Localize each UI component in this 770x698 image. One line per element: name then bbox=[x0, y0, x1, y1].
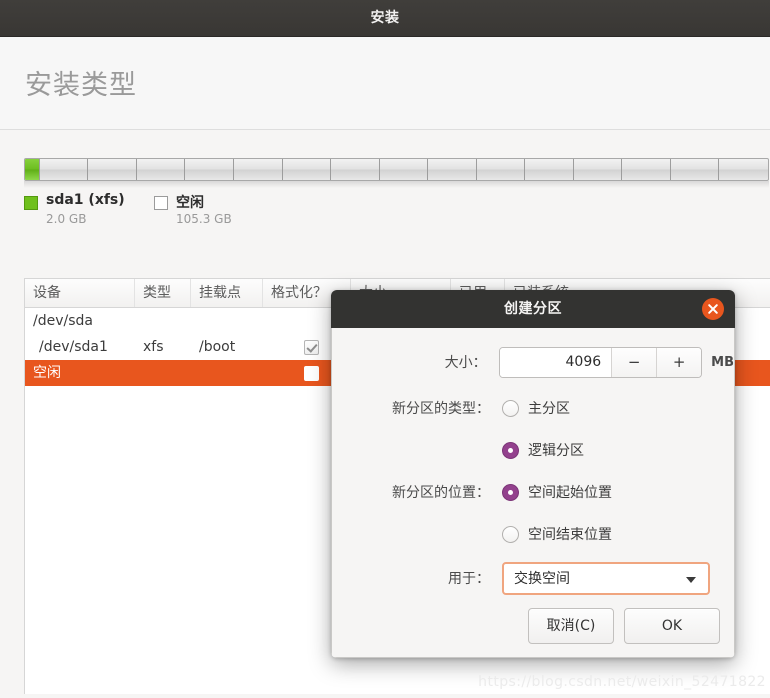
legend-swatch-icon bbox=[24, 196, 38, 210]
size-decrement-button[interactable]: − bbox=[611, 347, 657, 377]
column-header-type[interactable]: 类型 bbox=[135, 279, 191, 307]
usage-select[interactable]: 交换空间 bbox=[502, 561, 710, 595]
disk-segment-free[interactable] bbox=[428, 159, 477, 180]
radio-label: 主分区 bbox=[528, 401, 570, 417]
field-row-partition-type-logical: 逻辑分区 bbox=[332, 432, 734, 468]
column-header-device[interactable]: 设备 bbox=[25, 279, 135, 307]
partition-type-label: 新分区的类型： bbox=[392, 401, 490, 417]
legend-item-size: 105.3 GB bbox=[176, 212, 232, 226]
disk-segment-free[interactable] bbox=[380, 159, 429, 180]
cancel-button[interactable]: 取消(C) bbox=[528, 608, 614, 644]
field-row-partition-location-end: 空间结束位置 bbox=[332, 516, 734, 552]
disk-segment-free[interactable] bbox=[574, 159, 623, 180]
size-input[interactable]: 4096 bbox=[499, 347, 612, 377]
window-title: 安装 bbox=[370, 10, 400, 26]
chevron-down-icon bbox=[686, 576, 696, 583]
radio-icon bbox=[502, 525, 519, 543]
page-title: 安装类型 bbox=[25, 70, 137, 101]
cell-type: xfs bbox=[143, 339, 164, 355]
radio-primary-partition[interactable]: 主分区 bbox=[502, 398, 570, 418]
disk-segment-free[interactable] bbox=[525, 159, 574, 180]
disk-segment-free[interactable] bbox=[331, 159, 380, 180]
size-increment-button[interactable]: + bbox=[656, 347, 702, 377]
dialog-button-bar: 取消(C) OK bbox=[528, 608, 720, 644]
disk-segment-free[interactable] bbox=[234, 159, 283, 180]
size-stepper[interactable]: 4096 − + bbox=[498, 346, 703, 378]
disk-usage-bar-shadow bbox=[24, 181, 769, 188]
disk-usage-bar[interactable] bbox=[24, 158, 769, 181]
field-row-size: 大小： 4096 − + MB bbox=[332, 344, 734, 380]
cell-device: /dev/sda1 bbox=[39, 339, 108, 355]
dialog-titlebar: 创建分区 bbox=[331, 290, 735, 328]
create-partition-dialog: 创建分区 大小： 4096 − + MB 新分区的类型： 主分区 逻辑分区 新分… bbox=[331, 290, 735, 658]
radio-location-beginning[interactable]: 空间起始位置 bbox=[502, 482, 612, 502]
cell-device: /dev/sda bbox=[33, 313, 93, 329]
cell-mountpoint: /boot bbox=[199, 339, 236, 355]
disk-legend: sda1 (xfs) 2.0 GB 空闲 105.3 GB bbox=[24, 192, 764, 238]
radio-icon bbox=[502, 399, 519, 417]
window-titlebar: 安装 bbox=[0, 0, 770, 37]
radio-icon bbox=[502, 483, 519, 501]
page-header: 安装类型 bbox=[0, 37, 770, 130]
legend-item-name: 空闲 bbox=[176, 195, 204, 211]
ok-button[interactable]: OK bbox=[624, 608, 720, 644]
close-icon[interactable] bbox=[702, 298, 724, 320]
disk-segment-free[interactable] bbox=[137, 159, 186, 180]
dialog-title: 创建分区 bbox=[504, 301, 562, 317]
radio-label: 逻辑分区 bbox=[528, 443, 584, 459]
legend-item-size: 2.0 GB bbox=[46, 212, 87, 226]
size-label: 大小： bbox=[444, 355, 487, 371]
disk-segment-free[interactable] bbox=[185, 159, 234, 180]
cell-device: 空闲 bbox=[33, 365, 61, 381]
disk-segment-free[interactable] bbox=[671, 159, 720, 180]
dialog-body: 大小： 4096 − + MB 新分区的类型： 主分区 逻辑分区 新分区的位置：… bbox=[331, 328, 735, 658]
format-checkbox[interactable] bbox=[303, 365, 319, 381]
disk-segment-free[interactable] bbox=[88, 159, 137, 180]
column-header-mountpoint[interactable]: 挂载点 bbox=[191, 279, 263, 307]
size-unit-label: MB bbox=[711, 354, 734, 370]
usage-selected-value: 交换空间 bbox=[514, 571, 570, 587]
radio-logical-partition[interactable]: 逻辑分区 bbox=[502, 440, 584, 460]
disk-segment-free[interactable] bbox=[283, 159, 332, 180]
legend-item-name: sda1 (xfs) bbox=[46, 192, 125, 208]
radio-label: 空间结束位置 bbox=[528, 527, 612, 543]
radio-label: 空间起始位置 bbox=[528, 485, 612, 501]
radio-location-end[interactable]: 空间结束位置 bbox=[502, 524, 612, 544]
field-row-usage: 用于： 交换空间 bbox=[332, 560, 734, 596]
legend-swatch-icon bbox=[154, 196, 168, 210]
field-row-partition-location: 新分区的位置： 空间起始位置 bbox=[332, 474, 734, 510]
disk-segment-free[interactable] bbox=[477, 159, 526, 180]
radio-icon bbox=[502, 441, 519, 459]
usage-label: 用于： bbox=[448, 571, 490, 587]
disk-segment-free[interactable] bbox=[40, 159, 89, 180]
format-checkbox[interactable] bbox=[303, 339, 319, 355]
partition-location-label: 新分区的位置： bbox=[392, 485, 490, 501]
disk-segment-free[interactable] bbox=[719, 159, 768, 180]
disk-segment-free[interactable] bbox=[622, 159, 671, 180]
field-row-partition-type: 新分区的类型： 主分区 bbox=[332, 390, 734, 426]
disk-segment-used[interactable] bbox=[25, 159, 40, 180]
